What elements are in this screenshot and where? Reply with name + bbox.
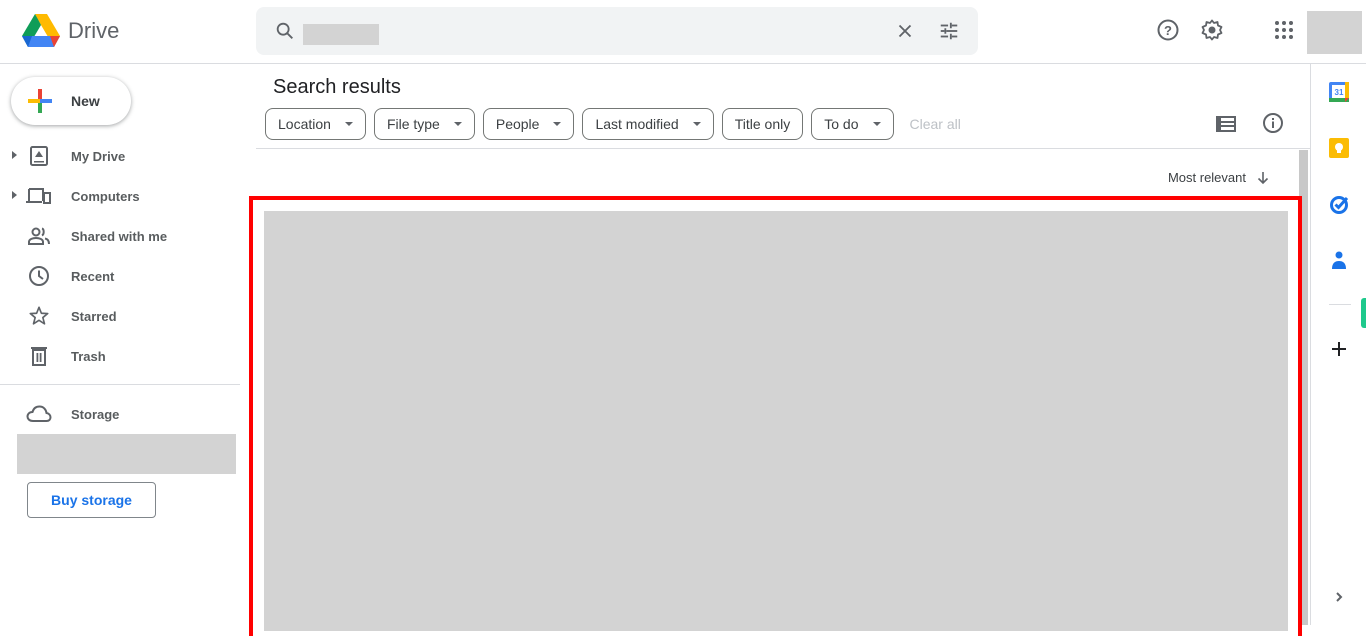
calendar-day: 31 — [1335, 88, 1344, 97]
tune-icon[interactable] — [938, 20, 960, 47]
sidebar-divider — [0, 384, 240, 385]
clear-all-button[interactable]: Clear all — [902, 108, 969, 140]
trash-icon — [26, 344, 52, 368]
chip-label: People — [495, 116, 540, 132]
side-panel-divider — [1329, 304, 1351, 305]
nav-list: My Drive Computers Shared with me Recent — [0, 136, 240, 376]
chip-label: Location — [278, 116, 331, 132]
drive-logo[interactable]: Drive — [22, 14, 119, 48]
sort-label: Most relevant — [1167, 170, 1246, 185]
help-icon[interactable]: ? — [1156, 18, 1180, 47]
computers-icon — [26, 184, 52, 208]
results-grid-redacted[interactable] — [264, 211, 1288, 631]
chip-label: Last modified — [595, 116, 679, 132]
dropdown-arrow-icon — [453, 122, 462, 126]
filter-people[interactable]: People — [482, 108, 575, 140]
search-bar[interactable] — [256, 7, 978, 55]
new-button[interactable]: New — [11, 77, 131, 125]
plus-icon — [28, 89, 52, 113]
chip-label: To do — [824, 116, 859, 132]
results-highlight-box — [249, 196, 1302, 636]
sidebar-item-label: Starred — [71, 309, 117, 324]
sidebar-item-recent[interactable]: Recent — [0, 256, 240, 296]
shared-icon — [26, 224, 52, 248]
calendar-icon[interactable]: 31 — [1328, 81, 1350, 103]
toolbar-divider — [256, 148, 1310, 149]
filter-last-modified[interactable]: Last modified — [582, 108, 714, 140]
sidebar-item-computers[interactable]: Computers — [0, 176, 240, 216]
sidebar-item-shared-with-me[interactable]: Shared with me — [0, 216, 240, 256]
sidebar-item-my-drive[interactable]: My Drive — [0, 136, 240, 176]
app-name: Drive — [68, 18, 120, 43]
filter-location[interactable]: Location — [265, 108, 366, 140]
filter-to-do[interactable]: To do — [811, 108, 894, 140]
top-bar: Drive ? — [0, 0, 1366, 64]
clock-icon — [26, 264, 52, 288]
chip-label: Title only — [734, 116, 791, 132]
my-drive-icon — [26, 144, 52, 168]
sidebar-item-label: Recent — [71, 269, 115, 284]
cloud-icon — [26, 402, 52, 426]
sidebar: New My Drive Computers Shared with me Re… — [0, 64, 256, 625]
arrow-down-icon[interactable] — [1256, 171, 1270, 185]
main-content: Search results Location File type People… — [249, 64, 1310, 636]
sidebar-item-starred[interactable]: Starred — [0, 296, 240, 336]
storage-usage-redacted — [17, 434, 236, 474]
sort-control[interactable]: Most relevant — [1168, 170, 1270, 185]
svg-text:?: ? — [1164, 23, 1172, 38]
drive-logo-icon — [22, 14, 60, 47]
sidebar-item-trash[interactable]: Trash — [0, 336, 240, 376]
sidebar-item-storage[interactable]: Storage — [0, 394, 240, 434]
chevron-right-icon[interactable] — [1328, 586, 1350, 608]
side-panel-handle[interactable] — [1361, 298, 1366, 328]
contacts-icon[interactable] — [1328, 249, 1350, 271]
keep-icon[interactable] — [1328, 137, 1350, 159]
expand-arrow-icon[interactable] — [12, 151, 17, 159]
tasks-icon[interactable] — [1328, 193, 1350, 215]
search-icon[interactable] — [274, 20, 296, 47]
dropdown-arrow-icon — [553, 122, 562, 126]
dropdown-arrow-icon — [692, 122, 701, 126]
info-icon[interactable] — [1262, 112, 1284, 139]
sidebar-item-label: Shared with me — [71, 229, 168, 244]
new-button-label: New — [71, 93, 100, 109]
star-icon — [26, 304, 52, 328]
account-avatar[interactable] — [1307, 11, 1362, 54]
filter-chips: Location File type People Last modified … — [265, 108, 969, 140]
expand-arrow-icon[interactable] — [12, 191, 17, 199]
buy-storage-button[interactable]: Buy storage — [27, 482, 156, 518]
side-panel: 31 — [1310, 64, 1366, 625]
filter-title-only[interactable]: Title only — [721, 108, 804, 140]
apps-icon[interactable] — [1272, 18, 1296, 47]
sidebar-item-label: Trash — [71, 349, 106, 364]
filter-file-type[interactable]: File type — [373, 108, 475, 140]
close-icon[interactable] — [894, 20, 916, 47]
dropdown-arrow-icon — [344, 122, 353, 126]
dropdown-arrow-icon — [872, 122, 881, 126]
search-query-redacted[interactable] — [303, 24, 379, 45]
storage-label: Storage — [71, 407, 120, 422]
list-view-icon[interactable] — [1216, 114, 1236, 139]
settings-icon[interactable] — [1200, 18, 1224, 47]
sidebar-item-label: Computers — [71, 189, 140, 204]
chip-label: File type — [386, 116, 440, 132]
page-title: Search results — [273, 76, 401, 98]
sidebar-item-label: My Drive — [71, 149, 126, 164]
add-addon-icon[interactable] — [1328, 338, 1350, 360]
